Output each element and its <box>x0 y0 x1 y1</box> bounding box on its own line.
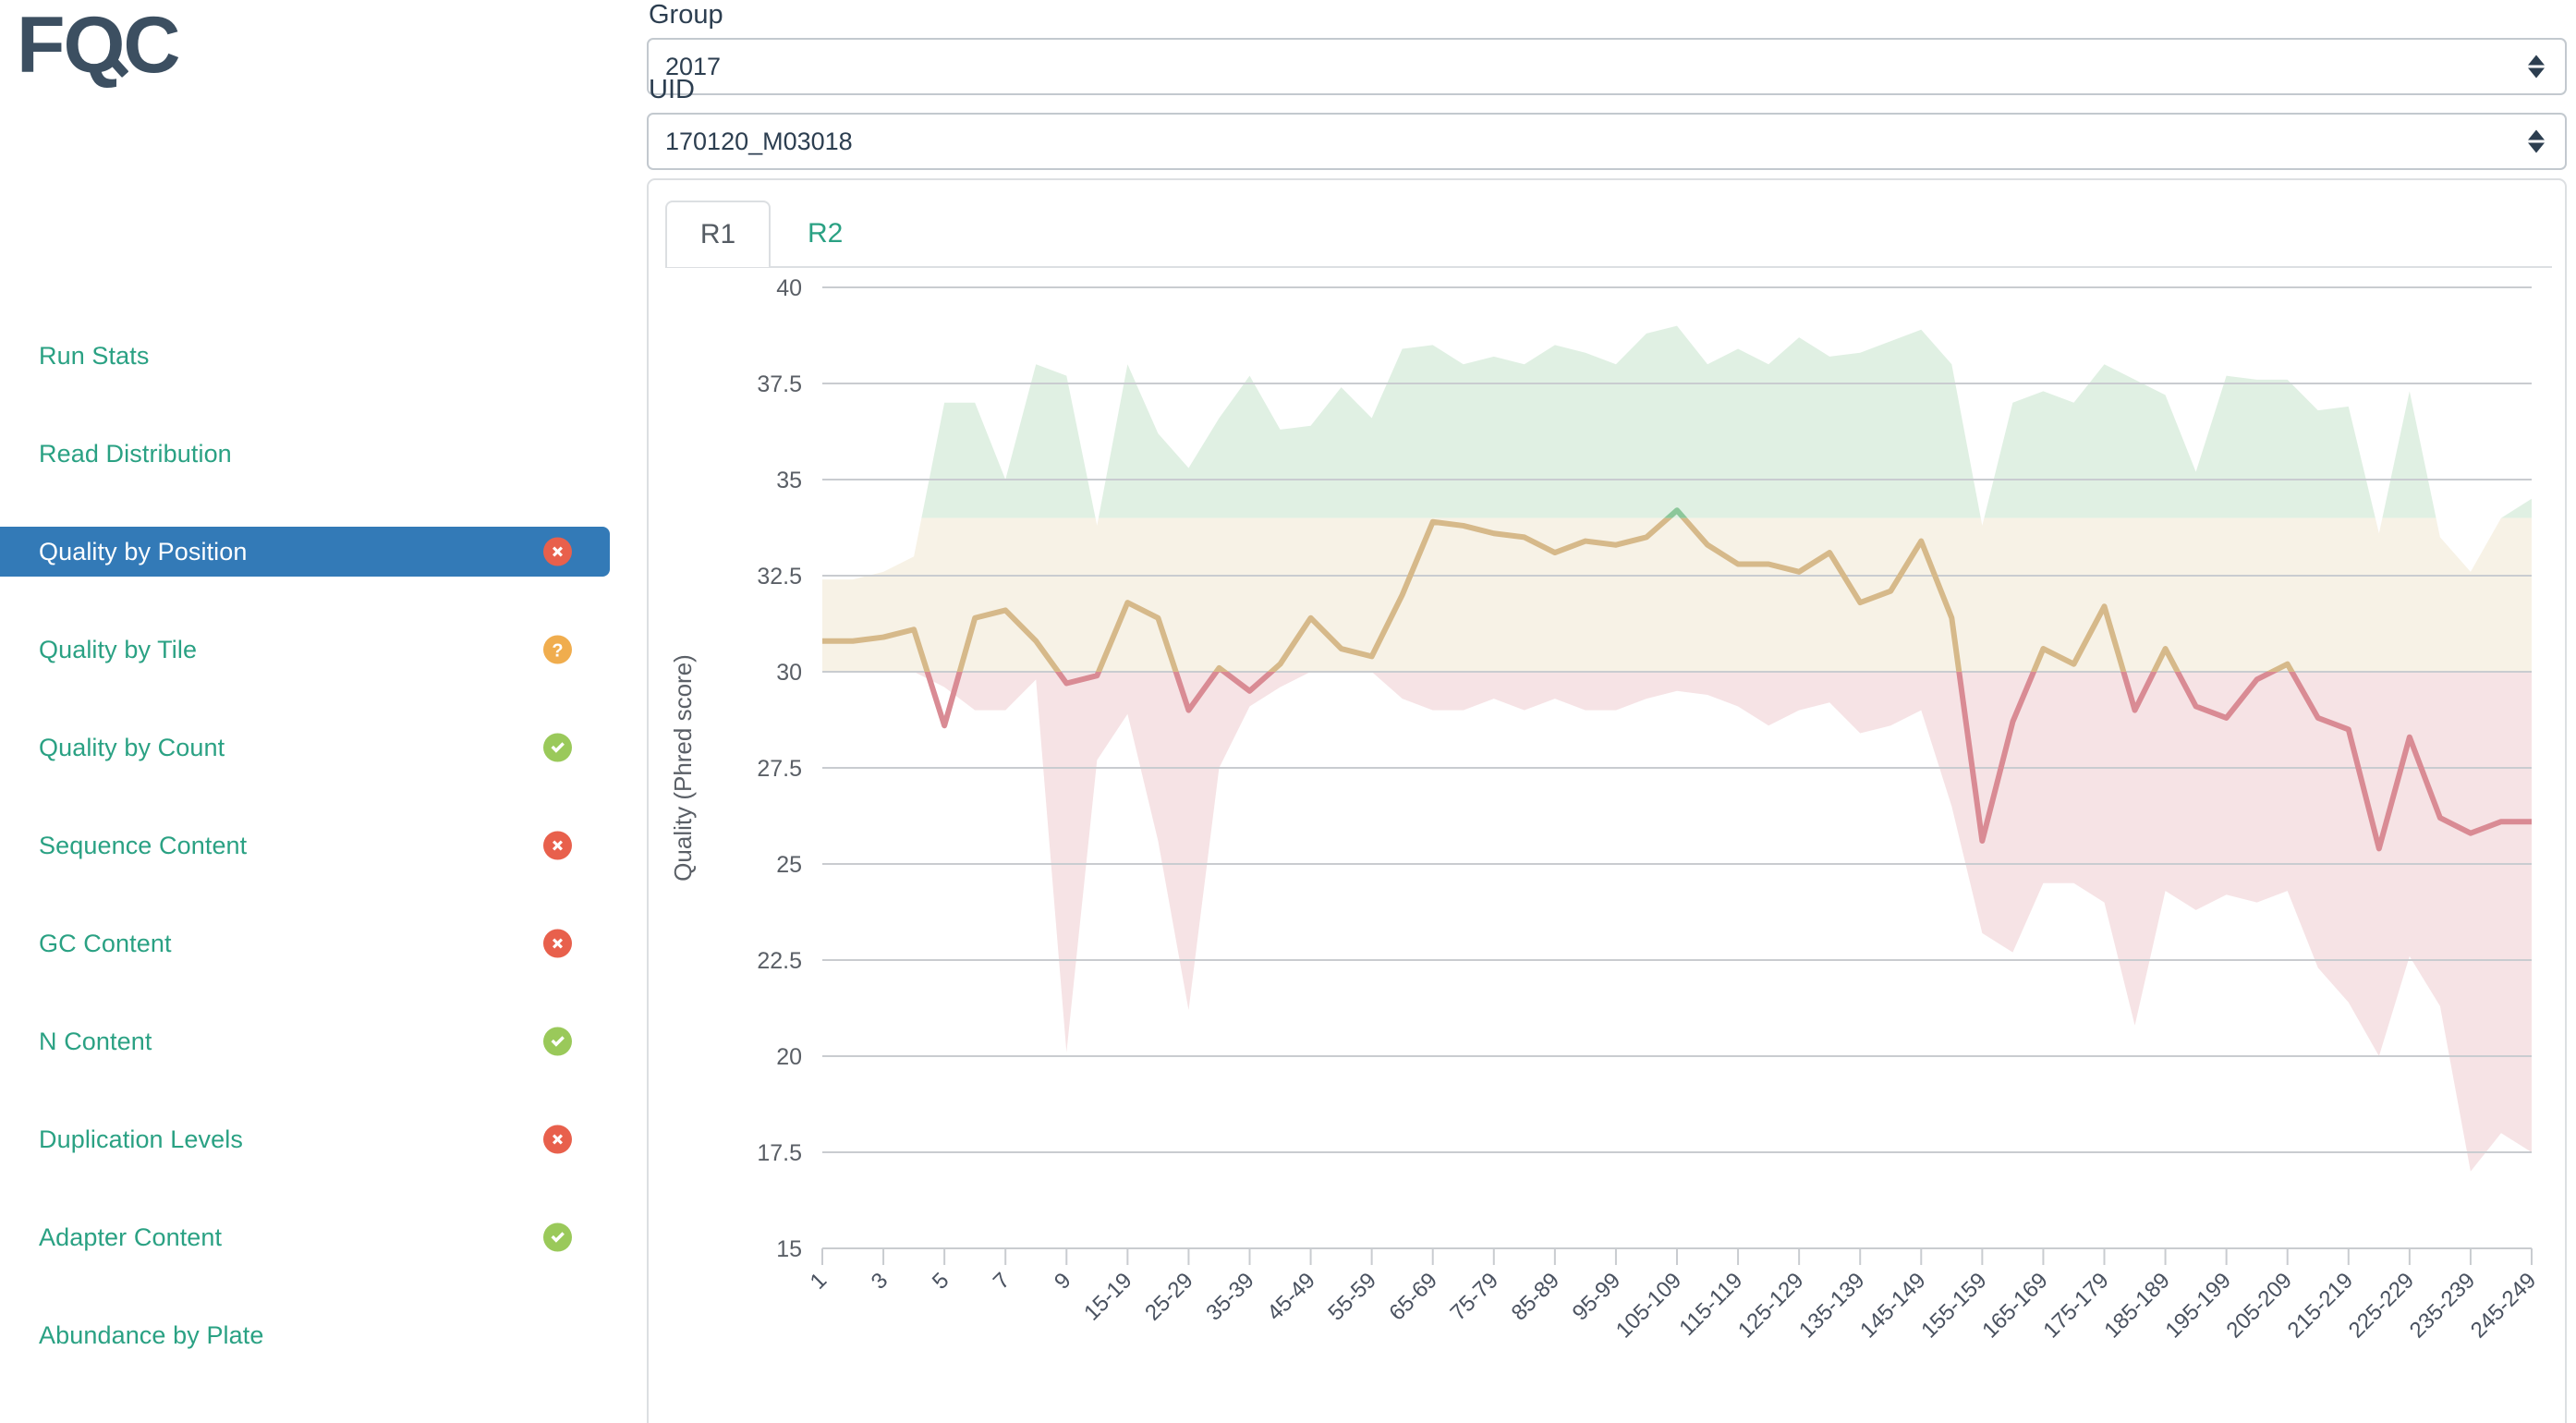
sidebar-item-label: Read Distribution <box>39 440 232 468</box>
x-axis-tick-label: 5 <box>928 1268 954 1295</box>
y-axis-tick-label: 25 <box>776 852 802 878</box>
fail-status-icon <box>543 1125 572 1154</box>
sidebar-item-label: Quality by Position <box>39 538 248 566</box>
pass-status-icon <box>543 1028 572 1056</box>
x-axis-tick-label: 45-49 <box>1262 1268 1320 1326</box>
x-axis-tick-label: 195-199 <box>2161 1268 2236 1343</box>
x-axis-tick-label: 3 <box>867 1268 893 1295</box>
y-axis-title: Quality (Phred score) <box>669 654 697 882</box>
pass-status-icon <box>543 1223 572 1252</box>
tab-r1-label: R1 <box>700 219 735 250</box>
y-axis-tick-label: 35 <box>776 468 802 493</box>
x-axis-tick-label: 145-149 <box>1855 1268 1930 1343</box>
y-axis-tick-label: 32.5 <box>757 564 802 590</box>
x-axis-tick-label: 1 <box>806 1268 832 1295</box>
y-axis-tick-label: 22.5 <box>757 948 802 974</box>
x-axis-tick-label: 185-189 <box>2099 1268 2174 1343</box>
x-axis-tick-label: 15-19 <box>1079 1268 1137 1326</box>
tab-r1[interactable]: R1 <box>665 201 771 267</box>
sidebar-item-label: Run Stats <box>39 342 149 371</box>
sidebar-item-quality-by-position[interactable]: Quality by Position <box>0 527 610 577</box>
x-axis-tick-label: 245-249 <box>2466 1268 2541 1343</box>
sidebar-item-label: GC Content <box>39 930 172 958</box>
sidebar: FQC Run Stats Read Distribution Quality by… <box>0 0 610 1423</box>
x-axis-tick-label: 105-109 <box>1611 1268 1686 1343</box>
x-axis-tick-label: 165-169 <box>1977 1268 2052 1343</box>
sidebar-item-run-stats[interactable]: Run Stats <box>0 331 610 381</box>
quality-by-position-chart[interactable]: 4037.53532.53027.52522.52017.515Quality … <box>649 269 2567 1423</box>
tab-r2-label: R2 <box>808 218 843 249</box>
chart-panel: R1 R2 4037.53532.53027.52522.52017.515Qu… <box>647 178 2567 1423</box>
x-axis-tick-label: 225-229 <box>2344 1268 2419 1343</box>
y-axis-tick-label: 27.5 <box>757 756 802 782</box>
x-axis-tick-label: 9 <box>1050 1268 1076 1295</box>
x-axis-tick-label: 95-99 <box>1568 1268 1626 1326</box>
x-axis-tick-label: 75-79 <box>1446 1268 1504 1326</box>
sidebar-item-quality-by-count[interactable]: Quality by Count <box>0 723 610 772</box>
sidebar-item-gc-content[interactable]: GC Content <box>0 918 610 968</box>
sidebar-item-abundance-by-plate[interactable]: Abundance by Plate <box>0 1310 610 1360</box>
x-axis-tick-label: 175-179 <box>2038 1268 2113 1343</box>
x-axis-tick-label: 85-89 <box>1507 1268 1565 1326</box>
logo-text: FQC <box>17 1 179 90</box>
sidebar-item-label: Sequence Content <box>39 832 247 860</box>
sidebar-item-read-distribution[interactable]: Read Distribution <box>0 429 610 479</box>
y-axis-tick-label: 37.5 <box>757 371 802 397</box>
y-axis-tick-label: 17.5 <box>757 1140 802 1166</box>
uid-select[interactable]: 170120_M03018 <box>647 113 2567 170</box>
app-logo: FQC <box>17 6 179 85</box>
y-axis-tick-label: 15 <box>776 1236 802 1262</box>
y-axis-tick-label: 20 <box>776 1044 802 1070</box>
sidebar-item-label: Duplication Levels <box>39 1125 243 1154</box>
warning-status-icon: ? <box>543 636 572 664</box>
sidebar-item-label: Quality by Count <box>39 734 225 762</box>
sidebar-item-label: Quality by Tile <box>39 636 197 664</box>
sidebar-nav: Run Stats Read Distribution Quality by Pos… <box>0 331 610 1408</box>
x-axis-tick-label: 215-219 <box>2283 1268 2358 1343</box>
group-label: Group <box>649 0 2567 30</box>
main-content: Group 20 1 7 UID 170120_M03018 R1 <box>647 0 2576 1423</box>
uid-select-value: 170120_M03018 <box>665 128 853 156</box>
sidebar-item-sequence-content[interactable]: Sequence Content <box>0 821 610 870</box>
sidebar-item-n-content[interactable]: N Content <box>0 1016 610 1066</box>
x-axis-tick-label: 135-139 <box>1794 1268 1869 1343</box>
x-axis-tick-label: 235-239 <box>2405 1268 2480 1343</box>
fail-status-icon <box>543 930 572 958</box>
svg-text:?: ? <box>552 641 563 662</box>
read-tabs: R1 R2 <box>665 201 2565 267</box>
chevron-updown-icon[interactable] <box>2528 130 2545 153</box>
x-axis-tick-label: 205-209 <box>2222 1268 2297 1343</box>
sidebar-item-adapter-content[interactable]: Adapter Content <box>0 1212 610 1262</box>
sidebar-item-label: Adapter Content <box>39 1223 222 1252</box>
x-axis-tick-label: 7 <box>989 1268 1015 1295</box>
sidebar-item-label: Abundance by Plate <box>39 1321 263 1350</box>
pass-status-icon <box>543 734 572 762</box>
sidebar-item-label: N Content <box>39 1028 152 1056</box>
x-axis-tick-label: 155-159 <box>1916 1268 1991 1343</box>
x-axis-tick-label: 125-129 <box>1733 1268 1808 1343</box>
sidebar-item-duplication-levels[interactable]: Duplication Levels <box>0 1114 610 1164</box>
x-axis-tick-label: 65-69 <box>1384 1268 1442 1326</box>
fail-status-icon <box>543 832 572 860</box>
sidebar-item-quality-by-tile[interactable]: Quality by Tile? <box>0 625 610 675</box>
x-axis-tick-label: 55-59 <box>1323 1268 1381 1326</box>
fqc-app: FQC Run Stats Read Distribution Quality by… <box>0 0 2576 1423</box>
y-axis-tick-label: 30 <box>776 660 802 686</box>
x-axis-tick-label: 35-39 <box>1201 1268 1259 1326</box>
x-axis-tick-label: 25-29 <box>1140 1268 1198 1326</box>
fail-status-icon <box>543 538 572 566</box>
y-axis-tick-label: 40 <box>776 275 802 301</box>
uid-field: UID 170120_M03018 <box>647 75 2567 190</box>
uid-label: UID <box>649 75 2567 105</box>
tab-r2[interactable]: R2 <box>785 201 865 267</box>
